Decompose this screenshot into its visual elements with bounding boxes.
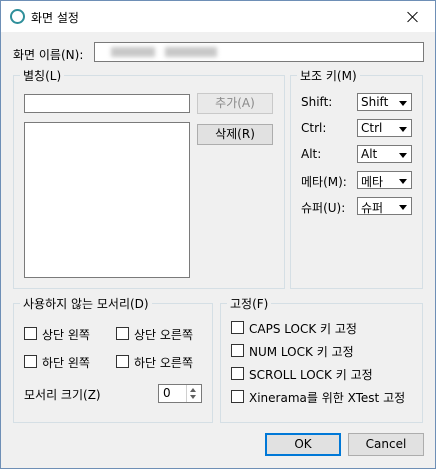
ok-button[interactable]: OK [265,433,341,456]
redacted-text [165,47,217,57]
screen-settings-dialog: 화면 설정 화면 이름(N): 별칭(L) 추가(A) 삭제(R) 보조 키(M… [0,0,436,469]
chevron-down-icon [399,205,407,210]
num-lock-label: NUM LOCK 키 고정 [249,345,354,359]
modifier-keys-title: 보조 키(M) [300,69,357,83]
super-label: 슈퍼(U): [301,201,346,215]
chevron-down-icon [399,127,407,132]
xtest-checkbox[interactable] [231,390,244,403]
ctrl-select[interactable]: Ctrl [357,119,412,137]
screen-name-field[interactable] [94,42,424,62]
caps-lock-label: CAPS LOCK 키 고정 [249,322,357,336]
alias-group-title: 별칭(L) [23,69,62,83]
alias-list[interactable] [24,122,190,278]
redacted-text [111,47,155,57]
meta-select[interactable]: 메타 [357,171,412,189]
caps-lock-checkbox[interactable] [231,321,244,334]
delete-alias-button[interactable]: 삭제(R) [197,124,273,145]
top-right-checkbox[interactable] [116,327,129,340]
bottom-left-checkbox[interactable] [24,355,37,368]
screen-name-label: 화면 이름(N): [13,48,84,62]
shift-select[interactable]: Shift [357,93,412,111]
bottom-left-label: 하단 왼쪽 [42,356,90,370]
cancel-button[interactable]: Cancel [348,433,424,456]
fixes-title: 고정(F) [230,297,269,311]
top-right-label: 상단 오른쪽 [134,328,194,342]
scroll-lock-checkbox[interactable] [231,367,244,380]
add-alias-button[interactable]: 추가(A) [197,93,273,114]
meta-label: 메타(M): [301,175,347,189]
window-title: 화면 설정 [31,11,79,25]
xtest-label: Xinerama를 위한 XTest 고정 [249,391,406,405]
spin-up-icon[interactable] [190,388,196,392]
chevron-down-icon [399,101,407,106]
chevron-down-icon [399,179,407,184]
alt-select[interactable]: Alt [357,145,412,163]
corner-size-spinner[interactable]: 0 [158,384,202,403]
num-lock-checkbox[interactable] [231,344,244,357]
chevron-down-icon [399,153,407,158]
spin-down-icon[interactable] [190,395,196,399]
ctrl-label: Ctrl: [301,121,327,135]
title-bar: 화면 설정 [1,1,435,32]
app-icon [10,9,25,24]
shift-label: Shift: [301,95,333,109]
scroll-lock-label: SCROLL LOCK 키 고정 [249,368,373,382]
close-icon[interactable] [390,1,435,32]
alt-label: Alt: [301,147,322,161]
dead-corners-title: 사용하지 않는 모서리(D) [23,297,149,311]
super-select[interactable]: 슈퍼 [357,197,412,215]
bottom-right-checkbox[interactable] [116,355,129,368]
bottom-right-label: 하단 오른쪽 [134,356,194,370]
corner-size-label: 모서리 크기(Z) [24,388,101,402]
alias-input[interactable] [24,94,190,113]
top-left-label: 상단 왼쪽 [42,328,90,342]
top-left-checkbox[interactable] [24,327,37,340]
